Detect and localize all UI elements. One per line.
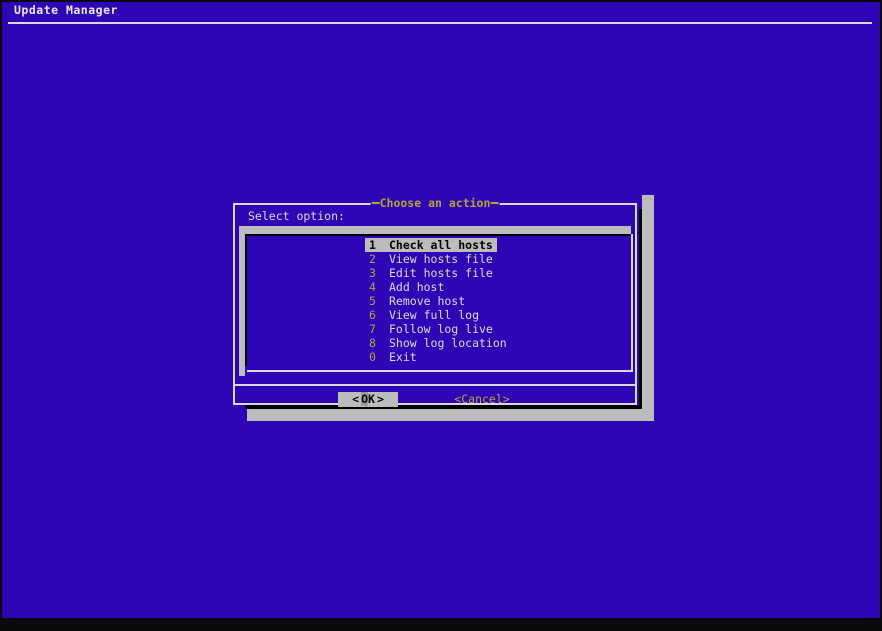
menu-box-corner xyxy=(239,368,245,376)
menu-item-inner: 7Follow log live xyxy=(365,322,497,336)
menu-item-inner: 6View full log xyxy=(365,308,483,322)
menu-item-key: 4 xyxy=(369,280,389,294)
menu-item-inner: 2View hosts file xyxy=(365,252,497,266)
menu-item-label: Add host xyxy=(389,280,444,294)
menu-box-border-top xyxy=(239,226,631,234)
menu-item-show-log-location[interactable]: 8Show log location xyxy=(247,336,631,350)
backtitle-rule xyxy=(8,22,872,24)
menu-box-border-top-shadow xyxy=(247,234,631,236)
ok-bracket-right: > xyxy=(377,392,384,406)
menu-item-check-all-hosts[interactable]: 1Check all hosts xyxy=(247,238,631,252)
menu-item-key: 8 xyxy=(369,336,389,350)
ok-button[interactable]: <OK> xyxy=(338,392,398,407)
menu-item-key: 7 xyxy=(369,322,389,336)
button-separator xyxy=(235,384,635,386)
menu-item-label: View hosts file xyxy=(389,252,493,266)
menu-item-key: 5 xyxy=(369,294,389,308)
menu-item-label: Follow log live xyxy=(389,322,493,336)
menu-item-key: 3 xyxy=(369,266,389,280)
menu-item-edit-hosts-file[interactable]: 3Edit hosts file xyxy=(247,266,631,280)
dialog-shadow-edge-bottom xyxy=(245,405,639,409)
menu-item-follow-log-live[interactable]: 7Follow log live xyxy=(247,322,631,336)
menu-box-border-right xyxy=(631,234,633,372)
menu-item-inner: 4Add host xyxy=(365,280,448,294)
dialog-title-text: Choose an action xyxy=(380,196,491,210)
menu-item-key: 1 xyxy=(369,238,389,252)
terminal-window: Update Manager Choose an action Select o… xyxy=(0,0,882,631)
menu-item-key: 2 xyxy=(369,252,389,266)
backtitle: Update Manager xyxy=(14,3,118,17)
menu-item-label: Show log location xyxy=(389,336,507,350)
menu-item-key: 0 xyxy=(369,350,389,364)
terminal-screen: Update Manager Choose an action Select o… xyxy=(2,2,880,618)
menu-item-key: 6 xyxy=(369,308,389,322)
dialog-shadow-right xyxy=(642,195,654,421)
menu-item-inner: 5Remove host xyxy=(365,294,469,308)
cancel-button[interactable]: <Cancel> xyxy=(452,392,512,407)
menu-item-add-host[interactable]: 4Add host xyxy=(247,280,631,294)
menu-item-label: Exit xyxy=(389,350,417,364)
menu-item-view-full-log[interactable]: 6View full log xyxy=(247,308,631,322)
title-dash-left xyxy=(372,202,380,204)
dialog-title: Choose an action xyxy=(371,195,500,211)
menu-item-label: View full log xyxy=(389,308,479,322)
menu-box-border-bottom xyxy=(247,370,633,372)
menu-item-label: Edit hosts file xyxy=(389,266,493,280)
choose-action-dialog: Choose an action Select option: 1Check a… xyxy=(233,203,637,405)
dialog-prompt: Select option: xyxy=(248,209,345,223)
menu-item-label: Remove host xyxy=(389,294,465,308)
menu-item-inner: 8Show log location xyxy=(365,336,511,350)
menu-item-view-hosts-file[interactable]: 2View hosts file xyxy=(247,252,631,266)
dialog-shadow-bottom xyxy=(247,409,654,421)
menu-item-inner: 0Exit xyxy=(365,350,421,364)
menu-item-remove-host[interactable]: 5Remove host xyxy=(247,294,631,308)
title-dash-right xyxy=(490,202,498,204)
ok-bracket-left: < xyxy=(352,392,359,406)
dialog-shadow-edge-right xyxy=(639,209,642,409)
menu-item-label: Check all hosts xyxy=(389,238,493,252)
menu-item-inner: 1Check all hosts xyxy=(365,238,497,252)
menu-box: 1Check all hosts2View hosts file3Edit ho… xyxy=(239,226,637,374)
menu-item-exit[interactable]: 0Exit xyxy=(247,350,631,364)
ok-button-label: OK xyxy=(359,392,377,407)
menu-list: 1Check all hosts2View hosts file3Edit ho… xyxy=(247,238,631,364)
menu-item-inner: 3Edit hosts file xyxy=(365,266,497,280)
